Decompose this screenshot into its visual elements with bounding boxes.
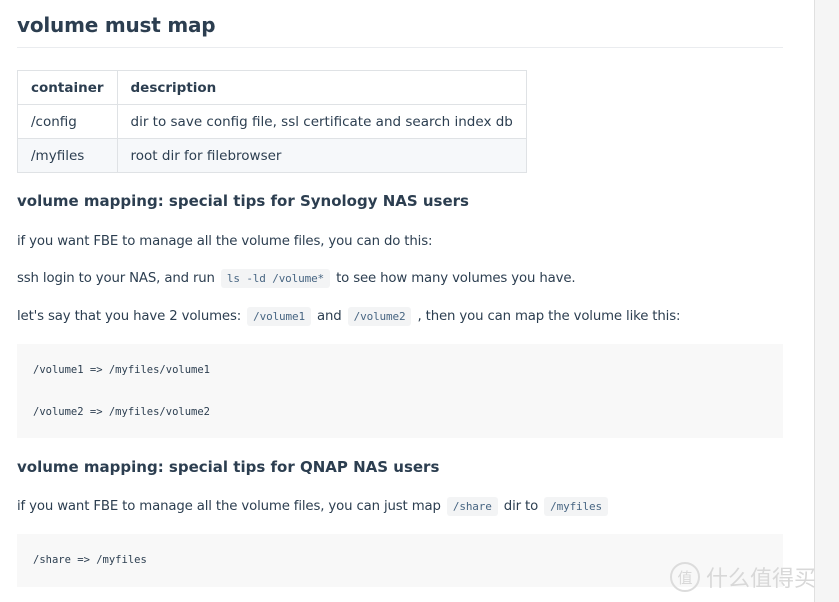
table-cell-description: dir to save config file, ssl certificate…	[116, 104, 527, 139]
text: , then you can map the volume like this:	[417, 309, 681, 324]
text: ssh login to your NAS, and run	[17, 271, 215, 286]
watermark: 值 什么值得买	[670, 560, 816, 594]
qnap-code-block: /share => /myfiles	[17, 534, 783, 587]
watermark-text: 什么值得买	[706, 567, 817, 592]
synology-volumes-example: let's say that you have 2 volumes: /volu…	[17, 307, 681, 326]
inline-code-volume1: /volume1	[247, 307, 311, 326]
table-header-row: container description	[17, 70, 527, 105]
scrollbar[interactable]	[814, 0, 839, 602]
table-row: /myfiles root dir for filebrowser	[17, 138, 527, 173]
synology-intro: if you want FBE to manage all the volume…	[17, 234, 433, 249]
code-line: /share => /myfiles	[33, 554, 147, 566]
table-row: /config dir to save config file, ssl cer…	[17, 104, 527, 139]
code-line: /volume2 => /myfiles/volume2	[33, 406, 211, 418]
table-cell-container: /myfiles	[17, 138, 118, 173]
volume-table: container description /config dir to sav…	[17, 70, 527, 173]
text: let's say that you have 2 volumes:	[17, 309, 242, 324]
text: and	[317, 309, 342, 324]
inline-code-share: /share	[446, 497, 498, 516]
inline-code-ls: ls -ld /volume*	[220, 269, 331, 288]
synology-code-block: /volume1 => /myfiles/volume1 /volume2 =>…	[17, 344, 783, 438]
qnap-heading: volume mapping: special tips for QNAP NA…	[17, 458, 440, 476]
page-heading: volume must map	[17, 13, 216, 37]
inline-code-volume2: /volume2	[347, 307, 412, 326]
synology-heading: volume mapping: special tips for Synolog…	[17, 192, 469, 210]
watermark-badge-icon: 值	[670, 562, 700, 592]
text: if you want FBE to manage all the volume…	[17, 499, 441, 514]
table-cell-description: root dir for filebrowser	[116, 138, 527, 173]
heading-divider	[17, 47, 783, 48]
table-cell-container: /config	[17, 104, 118, 139]
qnap-instruction: if you want FBE to manage all the volume…	[17, 497, 610, 516]
text: to see how many volumes you have.	[336, 271, 576, 286]
column-header-description: description	[116, 70, 527, 105]
inline-code-myfiles: /myfiles	[544, 497, 608, 516]
column-header-container: container	[17, 70, 118, 105]
code-line: /volume1 => /myfiles/volume1	[33, 364, 211, 376]
synology-ssh-instruction: ssh login to your NAS, and run ls -ld /v…	[17, 269, 576, 288]
text: dir to	[503, 499, 539, 514]
